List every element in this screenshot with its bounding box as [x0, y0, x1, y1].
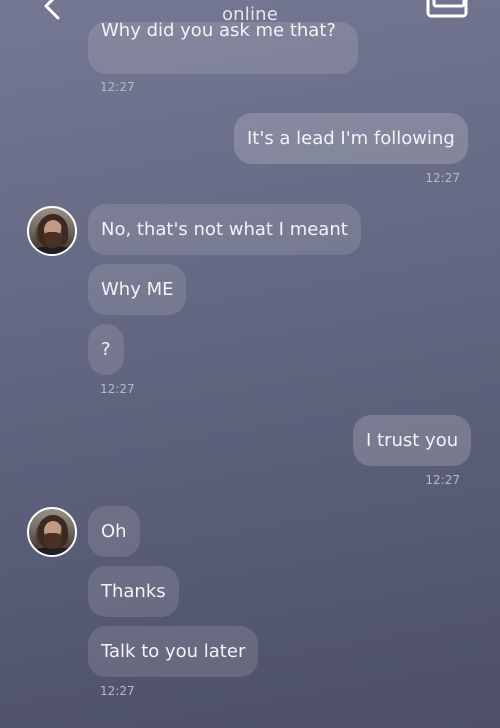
contact-avatar[interactable]	[27, 507, 77, 557]
message-text: Why ME	[101, 279, 174, 300]
message-bubble-incoming[interactable]: No, that's not what I meant	[88, 204, 361, 255]
message-bubble-incoming[interactable]: Why ME	[88, 264, 187, 315]
message-time: 12:27	[100, 80, 135, 94]
message-bubble-incoming[interactable]: Thanks	[88, 566, 179, 617]
message-text: ?	[101, 339, 111, 360]
message-text: No, that's not what I meant	[101, 219, 348, 240]
message-time: 12:27	[425, 171, 460, 185]
message-bubble-incoming[interactable]: Why did you ask me that?	[88, 20, 358, 74]
message-bubble-outgoing[interactable]: It's a lead I'm following	[234, 113, 468, 164]
message-text: Oh	[101, 521, 127, 542]
message-bubble-incoming[interactable]: Talk to you later	[88, 626, 259, 677]
gallery-icon[interactable]	[424, 0, 470, 20]
message-time: 12:27	[425, 473, 460, 487]
contact-avatar[interactable]	[27, 206, 77, 256]
message-time: 12:27	[100, 684, 135, 698]
message-bubble-incoming[interactable]: ?	[88, 324, 124, 375]
message-time: 12:27	[100, 382, 135, 396]
message-bubble-outgoing[interactable]: I trust you	[353, 415, 472, 466]
message-text: Talk to you later	[101, 641, 246, 662]
message-text: Thanks	[101, 581, 166, 602]
message-text: Why did you ask me that?	[101, 20, 336, 41]
message-text: It's a lead I'm following	[247, 128, 455, 149]
message-text: I trust you	[366, 430, 459, 451]
message-bubble-incoming[interactable]: Oh	[88, 506, 140, 557]
